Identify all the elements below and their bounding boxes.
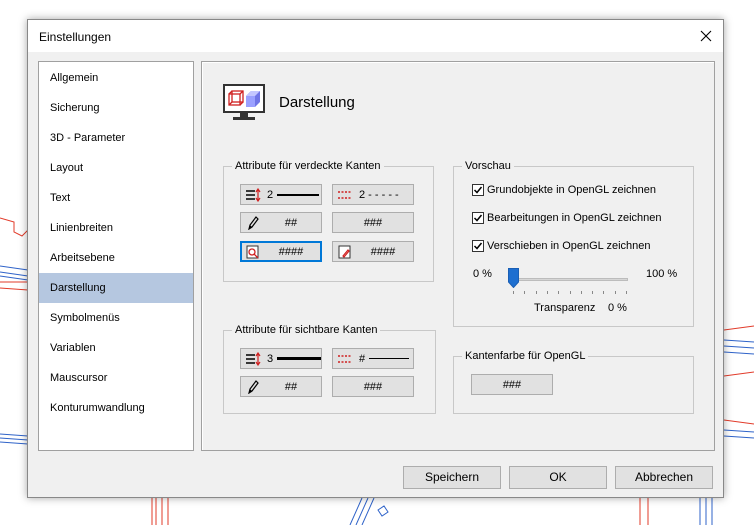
close-button[interactable]	[695, 25, 717, 47]
hidden-pen-button[interactable]: ##	[240, 212, 322, 233]
ok-button[interactable]: OK	[509, 466, 607, 489]
line-style-icon	[337, 188, 353, 202]
nav-item-sicherung[interactable]: Sicherung	[39, 93, 193, 123]
edge-color-button[interactable]: ###	[471, 374, 553, 395]
checkmark-icon	[473, 186, 483, 194]
hidden-color-value: ###	[363, 216, 383, 229]
slider-max-label: 100 %	[646, 268, 678, 280]
nav-item-allgemein[interactable]: Allgemein	[39, 63, 193, 93]
option-verschieben[interactable]: Verschieben in OpenGL zeichnen	[472, 238, 650, 254]
hidden-color-button[interactable]: ###	[332, 212, 414, 233]
transparency-value: 0 %	[608, 302, 627, 314]
checkmark-icon	[473, 214, 483, 222]
visible-line-width-button[interactable]: 3	[240, 348, 322, 369]
hidden-layer-button[interactable]: ####	[240, 241, 322, 262]
slider-tick	[513, 291, 514, 294]
layer-icon	[245, 245, 261, 259]
hidden-edges-group: Attribute für verdeckte Kanten 2 2 - - -…	[223, 159, 434, 282]
slider-min-label: 0 %	[473, 268, 492, 280]
visible-edges-legend: Attribute für sichtbare Kanten	[232, 323, 381, 337]
title-bar: Einstellungen	[28, 20, 723, 52]
option-grundobjekte-label: Grundobjekte in OpenGL zeichnen	[487, 184, 656, 196]
line-sample	[277, 193, 320, 196]
nav-item-variablen[interactable]: Variablen	[39, 333, 193, 363]
checkmark-icon	[473, 242, 483, 250]
nav-item-symbolmenues[interactable]: Symbolmenüs	[39, 303, 193, 333]
slider-tick	[535, 291, 537, 294]
slider-tick	[614, 291, 616, 294]
nav-item-darstellung[interactable]: Darstellung	[39, 273, 193, 303]
transparency-label: Transparenz	[534, 302, 596, 314]
hidden-layer2-value: ####	[370, 245, 396, 258]
visible-color-value: ###	[363, 380, 383, 393]
visible-pen-value: ##	[284, 380, 298, 393]
settings-dialog: Einstellungen Allgemein Sicherung 3D - P…	[27, 19, 724, 498]
visible-line-style-value: #	[359, 352, 366, 365]
hidden-layer2-button[interactable]: ####	[332, 241, 414, 262]
nav-item-layout[interactable]: Layout	[39, 153, 193, 183]
visible-line-width-value: 3	[267, 352, 274, 365]
pencil-icon	[245, 215, 261, 230]
settings-nav: Allgemein Sicherung 3D - Parameter Layou…	[38, 61, 194, 451]
nav-item-3d-parameter[interactable]: 3D - Parameter	[39, 123, 193, 153]
nav-item-linienbreiten[interactable]: Linienbreiten	[39, 213, 193, 243]
nav-item-konturumwandlung[interactable]: Konturumwandlung	[39, 393, 193, 423]
nav-item-mauscursor[interactable]: Mauscursor	[39, 363, 193, 393]
edge-color-value: ###	[502, 378, 522, 391]
option-grundobjekte[interactable]: Grundobjekte in OpenGL zeichnen	[472, 182, 656, 198]
checkbox-grundobjekte[interactable]	[472, 184, 484, 196]
line-width-icon	[245, 187, 261, 202]
layer-edit-icon	[337, 245, 353, 259]
line-width-icon	[245, 351, 261, 366]
window-title: Einstellungen	[39, 30, 112, 44]
visible-pen-button[interactable]: ##	[240, 376, 322, 397]
hidden-line-style-button[interactable]: 2 - - - - -	[332, 184, 414, 205]
edge-color-group: Kantenfarbe für OpenGL ###	[453, 349, 694, 414]
preview-legend: Vorschau	[462, 159, 514, 173]
hidden-line-style-value: 2 - - - - -	[359, 188, 399, 201]
slider-tick	[580, 291, 582, 294]
checkbox-verschieben[interactable]	[472, 240, 484, 252]
slider-tick	[569, 291, 571, 294]
cancel-button[interactable]: Abbrechen	[615, 466, 713, 489]
checkbox-bearbeitungen[interactable]	[472, 212, 484, 224]
monitor-3d-icon	[223, 84, 265, 120]
slider-tick	[546, 291, 548, 294]
edge-color-legend: Kantenfarbe für OpenGL	[462, 349, 589, 363]
visible-edges-group: Attribute für sichtbare Kanten 3 # ## ##…	[223, 323, 436, 414]
transparency-slider-thumb[interactable]	[508, 268, 519, 288]
hidden-edges-legend: Attribute für verdeckte Kanten	[232, 159, 384, 173]
settings-content: Darstellung Attribute für verdeckte Kant…	[201, 61, 715, 451]
visible-line-style-button[interactable]: #	[332, 348, 414, 369]
line-sample	[277, 357, 321, 360]
line-style-icon	[337, 352, 353, 366]
slider-tick	[603, 291, 605, 294]
slider-tick	[626, 291, 627, 294]
hidden-layer-value: ####	[278, 245, 304, 258]
close-icon	[700, 30, 712, 42]
page-title: Darstellung	[279, 94, 355, 111]
nav-item-arbeitsebene[interactable]: Arbeitsebene	[39, 243, 193, 273]
nav-item-text[interactable]: Text	[39, 183, 193, 213]
option-verschieben-label: Verschieben in OpenGL zeichnen	[487, 240, 651, 252]
pencil-icon	[245, 379, 261, 394]
transparency-slider-track[interactable]	[511, 278, 628, 281]
option-bearbeitungen-label: Bearbeitungen in OpenGL zeichnen	[487, 212, 662, 224]
slider-tick	[558, 291, 560, 294]
visible-color-button[interactable]: ###	[332, 376, 414, 397]
slider-tick	[524, 291, 526, 294]
hidden-pen-value: ##	[284, 216, 298, 229]
option-bearbeitungen[interactable]: Bearbeitungen in OpenGL zeichnen	[472, 210, 662, 226]
save-button[interactable]: Speichern	[403, 466, 501, 489]
slider-tick	[592, 291, 594, 294]
hidden-line-width-value: 2	[267, 188, 274, 201]
line-sample	[369, 358, 410, 359]
preview-group: Vorschau Grundobjekte in OpenGL zeichnen…	[453, 159, 694, 327]
hidden-line-width-button[interactable]: 2	[240, 184, 322, 205]
